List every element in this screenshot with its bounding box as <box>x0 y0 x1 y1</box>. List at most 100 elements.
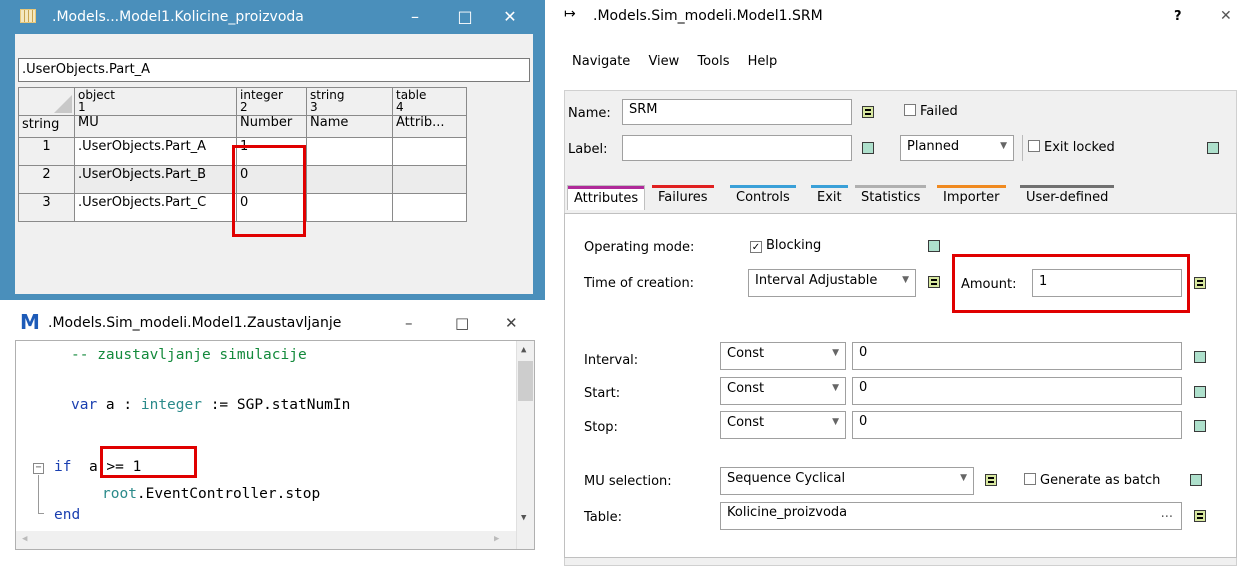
maximize-button[interactable]: □ <box>455 7 475 27</box>
object-path-field[interactable]: .UserObjects.Part_A <box>18 58 530 82</box>
blocking-checkbox[interactable]: ✓ Blocking <box>750 238 821 253</box>
tab-exit[interactable]: Exit <box>811 185 848 209</box>
vertical-scrollbar[interactable]: ▲ ▼ <box>516 341 534 549</box>
table-cell-name[interactable] <box>306 137 393 166</box>
tab-attributes[interactable]: Attributes <box>567 185 646 210</box>
stop-label: Stop: <box>584 420 618 435</box>
scroll-thumb[interactable] <box>518 361 533 401</box>
time-of-creation-dropdown[interactable]: Interval Adjustable ▼ <box>748 269 916 297</box>
tab-failures[interactable]: Failures <box>652 185 714 209</box>
code-line-comment: -- zaustavljanje simulacije <box>71 347 307 363</box>
inherit-name-icon[interactable] <box>862 106 874 118</box>
minimize-button[interactable]: – <box>405 314 413 332</box>
horizontal-scrollbar[interactable]: ◀ ▶ <box>16 531 516 549</box>
exit-locked-checkbox[interactable]: Exit locked <box>1028 140 1115 155</box>
menu-help[interactable]: Help <box>748 54 778 69</box>
column-header-3[interactable]: string 3 <box>306 87 393 116</box>
inherit-stop-icon[interactable] <box>1194 420 1206 432</box>
table-cell-number[interactable]: 1 <box>236 137 307 166</box>
inherit-exit-locked-icon[interactable] <box>1207 142 1219 154</box>
close-button[interactable]: ✕ <box>505 314 518 332</box>
amount-input[interactable]: 1 <box>1032 269 1182 297</box>
menu-tools[interactable]: Tools <box>697 54 729 69</box>
tab-color-bar <box>730 185 796 188</box>
inherit-interval-icon[interactable] <box>1194 351 1206 363</box>
column-header-1[interactable]: object 1 <box>74 87 237 116</box>
scroll-right-icon[interactable]: ▶ <box>494 534 499 544</box>
inherit-time-of-creation-icon[interactable] <box>928 276 940 288</box>
table-cell-mu[interactable]: .UserObjects.Part_B <box>74 165 237 194</box>
table-cell-mu[interactable]: .UserObjects.Part_A <box>74 137 237 166</box>
code-editor[interactable]: -- zaustavljanje simulacije var a : inte… <box>15 340 535 550</box>
fold-toggle-icon[interactable]: − <box>33 463 44 474</box>
interval-type-dropdown[interactable]: Const ▼ <box>720 342 846 370</box>
table-input[interactable]: Kolicine_proizvoda... <box>720 502 1182 530</box>
column-name-name[interactable]: Name <box>306 115 393 138</box>
tab-user-defined[interactable]: User-defined <box>1020 185 1115 209</box>
scroll-left-icon[interactable]: ◀ <box>22 534 27 544</box>
table-cell-mu[interactable]: .UserObjects.Part_C <box>74 193 237 222</box>
failed-checkbox[interactable]: Failed <box>904 104 958 119</box>
code-window-title: .Models.Sim_modeli.Model1.Zaustavljanje <box>48 315 342 331</box>
start-type-dropdown[interactable]: Const ▼ <box>720 377 846 405</box>
close-button[interactable]: ✕ <box>500 7 520 27</box>
minimize-button[interactable]: – <box>405 7 425 27</box>
inherit-start-icon[interactable] <box>1194 386 1206 398</box>
mu-selection-dropdown[interactable]: Sequence Cyclical ▼ <box>720 467 974 495</box>
tab-color-bar <box>937 185 1006 188</box>
tab-importer[interactable]: Importer <box>937 185 1006 209</box>
stop-value-input[interactable]: 0 <box>852 411 1182 439</box>
column-name-number[interactable]: Number <box>236 115 307 138</box>
close-button[interactable]: ✕ <box>1220 8 1232 24</box>
menu-navigate[interactable]: Navigate <box>572 54 630 69</box>
name-input[interactable]: SRM <box>622 99 852 125</box>
tab-controls[interactable]: Controls <box>730 185 796 209</box>
inherit-label-icon[interactable] <box>862 142 874 154</box>
data-table[interactable]: object 1 integer 2 string 3 table 4 string M… <box>18 87 467 222</box>
dropdown-arrow-icon: ▼ <box>960 473 967 483</box>
fold-line <box>38 475 39 513</box>
inherit-generate-batch-icon[interactable] <box>1190 474 1202 486</box>
dropdown-arrow-icon: ▼ <box>1000 141 1007 151</box>
table-cell-attrib[interactable] <box>392 137 467 166</box>
dropdown-arrow-icon: ▼ <box>902 275 909 285</box>
row-number[interactable]: 2 <box>18 165 75 194</box>
column-name-attrib[interactable]: Attrib... <box>392 115 467 138</box>
planned-dropdown[interactable]: Planned ▼ <box>900 135 1014 161</box>
row-number[interactable]: 3 <box>18 193 75 222</box>
column-header-4[interactable]: table 4 <box>392 87 467 116</box>
tab-color-bar <box>855 185 927 188</box>
inherit-amount-icon[interactable] <box>1194 277 1206 289</box>
table-cell-number[interactable]: 0 <box>236 165 307 194</box>
help-button[interactable]: ? <box>1174 9 1182 24</box>
stop-type-dropdown[interactable]: Const ▼ <box>720 411 846 439</box>
table-cell-attrib[interactable] <box>392 193 467 222</box>
table-cell-number[interactable]: 0 <box>236 193 307 222</box>
tab-statistics[interactable]: Statistics <box>855 185 927 209</box>
generate-as-batch-checkbox[interactable]: Generate as batch <box>1024 473 1160 488</box>
start-value-input[interactable]: 0 <box>852 377 1182 405</box>
table-window-titlebar[interactable]: .Models...Model1.Kolicine_proizvoda – □ … <box>0 0 545 34</box>
scroll-up-icon[interactable]: ▲ <box>521 345 526 355</box>
scroll-down-icon[interactable]: ▼ <box>521 513 526 523</box>
label-input[interactable] <box>622 135 852 161</box>
fold-line-end <box>38 513 44 514</box>
inherit-mu-selection-icon[interactable] <box>985 474 997 486</box>
table-row: 2 .UserObjects.Part_B 0 <box>18 165 467 194</box>
menu-view[interactable]: View <box>648 54 679 69</box>
inherit-table-icon[interactable] <box>1194 510 1206 522</box>
divider <box>1022 135 1023 161</box>
maximize-button[interactable]: □ <box>455 314 469 332</box>
table-cell-name[interactable] <box>306 193 393 222</box>
operating-mode-label: Operating mode: <box>584 240 695 255</box>
row-number[interactable]: 1 <box>18 137 75 166</box>
browse-button[interactable]: ... <box>1161 506 1173 521</box>
table-cell-attrib[interactable] <box>392 165 467 194</box>
tab-color-bar <box>652 185 714 188</box>
column-header-2[interactable]: integer 2 <box>236 87 307 116</box>
interval-value-input[interactable]: 0 <box>852 342 1182 370</box>
inherit-operating-mode-icon[interactable] <box>928 240 940 252</box>
table-cell-name[interactable] <box>306 165 393 194</box>
label-label: Label: <box>568 142 608 157</box>
column-name-mu[interactable]: MU <box>74 115 237 138</box>
